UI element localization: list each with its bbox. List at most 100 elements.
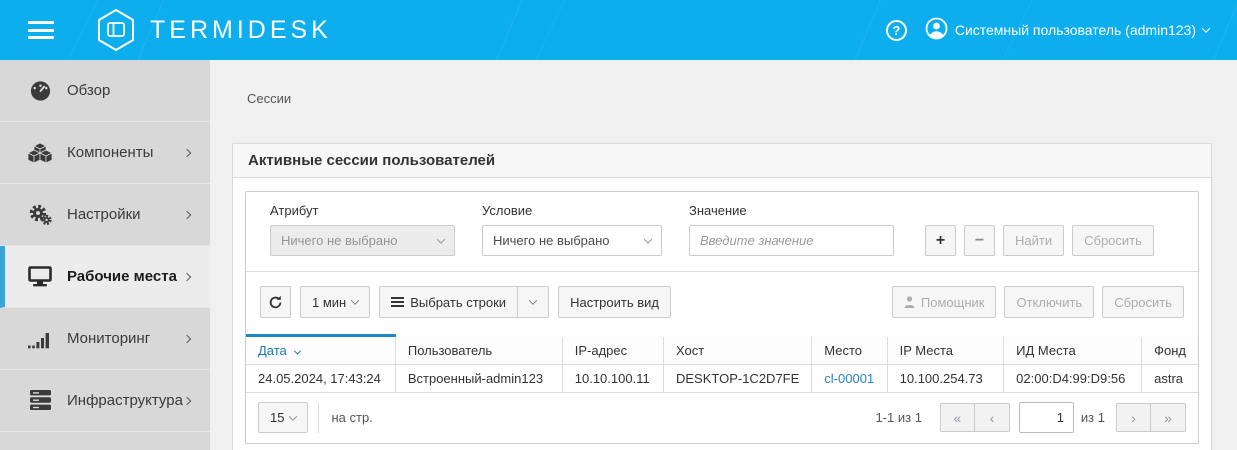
cell-date: 24.05.2024, 17:43:24 [246,364,396,393]
column-header-host[interactable]: Хост [663,335,813,365]
prev-page-button[interactable]: ‹ [974,403,1010,432]
sidebar-item-label: Обзор [67,82,111,99]
attribute-label: Атрибут [270,203,319,218]
sidebar-item-label: Настройки [67,206,141,223]
top-bar: TERMIDESK ? Системный пользователь (admi… [0,0,1237,60]
range-text: 1-1 из 1 [875,410,922,425]
sidebar-item-components[interactable]: Компоненты [0,122,210,184]
page-of-text: из 1 [1080,410,1105,425]
reset-sessions-label: Сбросить [1114,294,1172,310]
chevron-down-icon [289,411,298,421]
chevron-right-icon [182,148,192,157]
place-link[interactable]: cl-00001 [824,371,874,386]
column-header-place-ip[interactable]: IP Места [887,335,1005,365]
disconnect-label: Отключить [1016,294,1083,310]
configure-view-button[interactable]: Настроить вид [558,286,671,318]
chevron-down-icon [436,234,446,244]
column-header-place-id[interactable]: ИД Места [1003,335,1143,365]
table-header-row: Дата Пользователь IP-адрес Хост Место IP… [246,334,1198,365]
cell-place-ip: 10.100.254.73 [887,364,1005,393]
column-header-user[interactable]: Пользователь [395,335,563,365]
signal-bars-icon [27,328,53,350]
sort-descending-icon [294,347,302,355]
sidebar-item-overview[interactable]: Обзор [0,60,210,122]
column-header-ip[interactable]: IP-адрес [562,335,664,365]
user-name: Системный пользователь (admin123) [954,22,1196,38]
condition-select[interactable]: Ничего не выбрано [482,225,662,256]
attribute-select[interactable]: Ничего не выбрано [270,225,455,256]
filter-section: Атрибут Ничего не выбрано Условие Ничего… [246,192,1198,272]
gears-icon [27,204,53,226]
refresh-icon [268,295,283,310]
table-toolbar: 1 мин Выбрать строки Настроить вид Помощ… [246,272,1198,334]
refresh-button[interactable] [260,286,291,318]
select-rows-button[interactable]: Выбрать строки [379,286,519,318]
chevron-down-icon [1201,24,1211,33]
sidebar-item-label: Рабочие места [67,268,177,285]
user-menu[interactable]: Системный пользователь (admin123) [925,17,1211,43]
condition-label: Условие [482,203,533,218]
chevron-right-icon [182,396,192,405]
hamburger-menu-icon[interactable] [28,21,54,39]
select-rows-dropdown-button[interactable] [518,286,550,318]
cell-host: DESKTOP-1C2D7FE [663,364,813,393]
per-page-select[interactable]: 15 [258,402,309,433]
disconnect-button[interactable]: Отключить [1004,286,1095,318]
monitor-icon [27,266,53,288]
table-row: 24.05.2024, 17:43:24 Встроенный-admin123… [246,364,1198,393]
value-input[interactable] [689,225,894,256]
sidebar-item-label: Мониторинг [67,330,151,347]
condition-select-value: Ничего не выбрано [493,233,610,248]
divider [318,402,320,433]
refresh-interval-select[interactable]: 1 мин [300,286,371,318]
add-filter-button[interactable]: + [925,225,956,256]
column-header-pool[interactable]: Фонд [1141,335,1198,365]
assistant-button[interactable]: Помощник [891,286,997,318]
cell-place-id: 02:00:D4:99:D9:56 [1003,364,1143,393]
sidebar-item-label: Компоненты [67,144,154,161]
reset-sessions-button[interactable]: Сбросить [1102,286,1184,318]
reset-filter-button[interactable]: Сбросить [1072,225,1154,256]
breadcrumb: Сессии [247,91,292,106]
sessions-table: Дата Пользователь IP-адрес Хост Место IP… [246,334,1198,393]
cell-ip: 10.10.100.11 [562,364,664,393]
cell-place: cl-00001 [811,364,888,393]
per-page-label: на стр. [331,410,373,425]
help-icon[interactable]: ? [885,19,907,41]
sidebar-item-monitoring[interactable]: Мониторинг [0,308,210,370]
main-content: Сессии Активные сессии пользователей Атр… [210,60,1237,450]
per-page-value: 15 [270,410,285,425]
chevron-right-icon [182,334,192,343]
page-number-input[interactable] [1018,402,1074,433]
attribute-select-value: Ничего не выбрано [281,233,398,248]
last-page-button[interactable]: » [1151,403,1186,432]
active-sessions-panel: Активные сессии пользователей Атрибут Ни… [232,143,1212,450]
chevron-right-icon [182,210,192,219]
chevron-right-icon [182,272,192,281]
next-page-button[interactable]: › [1116,403,1151,432]
find-button[interactable]: Найти [1003,225,1065,256]
chevron-down-icon [528,296,538,305]
column-header-date[interactable]: Дата [246,334,396,365]
user-avatar-icon [925,17,948,43]
sidebar-item-settings[interactable]: Настройки [0,184,210,246]
assistant-label: Помощник [920,294,985,310]
remove-filter-button[interactable]: − [964,225,995,256]
column-header-label: Дата [258,343,287,358]
brand-name: TERMIDESK [150,15,332,44]
sidebar-item-workplaces[interactable]: Рабочие места [0,246,210,308]
sidebar-item-label: Инфраструктура [67,392,183,409]
dashboard-icon [27,80,53,102]
column-header-place[interactable]: Место [811,335,888,365]
list-icon [391,295,405,309]
first-page-button[interactable]: « [939,403,975,432]
select-rows-label: Выбрать строки [410,294,507,310]
server-stack-icon [27,390,53,412]
brand-logo: TERMIDESK [96,8,332,52]
sidebar-item-infrastructure[interactable]: Инфраструктура [0,370,210,432]
panel-title: Активные сессии пользователей [233,144,1211,178]
cell-user: Встроенный-admin123 [395,364,563,393]
value-label: Значение [689,203,747,218]
cubes-icon [27,142,53,164]
chevron-down-icon [643,234,653,244]
